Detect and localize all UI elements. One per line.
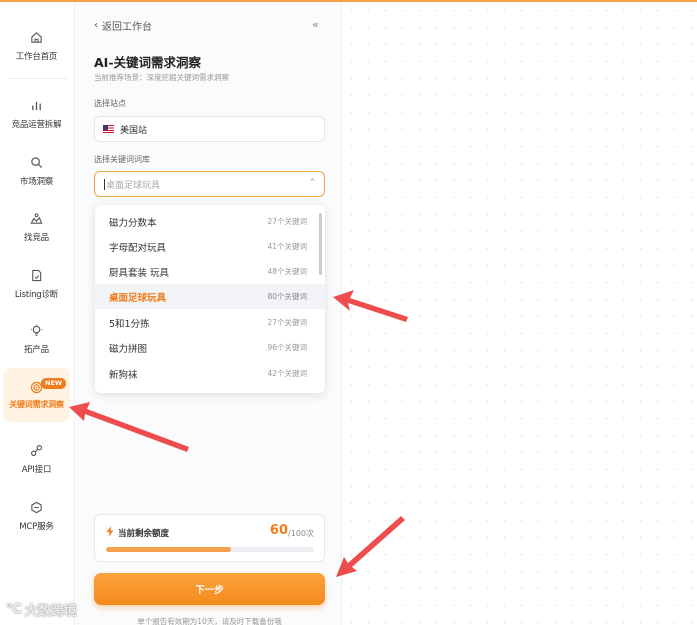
quota-remaining: 60 — [269, 523, 288, 538]
lightning-icon — [106, 526, 114, 537]
sidebar-item-label: 工作台首页 — [15, 51, 58, 62]
quota-total: /100次 — [288, 529, 314, 538]
option-count: 42个关键词 — [267, 369, 307, 378]
sidebar-item-home[interactable]: 工作台首页 — [3, 22, 70, 70]
validity-footnote: 单个报告有效期为10天，请及时下载备份哦 — [137, 617, 282, 625]
dropdown-option[interactable]: 磁力分数本 27个关键词 — [95, 209, 325, 234]
dropdown-option[interactable]: 字母配对玩具 41个关键词 — [95, 234, 325, 259]
dropdown-option[interactable]: 厨具套装 玩具 48个关键词 — [95, 259, 325, 284]
site-select[interactable]: 美国站 — [94, 116, 325, 142]
back-to-workbench-link[interactable]: ‹ 返回工作台 — [94, 18, 152, 33]
sidebar-item-label: MCP服务 — [19, 521, 54, 532]
keyword-library-placeholder: 桌面足球玩具 — [106, 180, 161, 191]
page-subtitle: 当前推荐场景：深度挖掘关键词需求洞察 — [94, 73, 229, 82]
us-flag-icon — [103, 125, 114, 133]
option-count: 27个关键词 — [267, 217, 307, 226]
text-caret — [104, 178, 105, 190]
sidebar-item-label: 市场洞察 — [19, 176, 54, 187]
quota-progress-fill — [106, 547, 231, 552]
option-name: 字母配对玩具 — [109, 242, 167, 254]
option-name: 桌面足球玩具 — [109, 292, 167, 304]
dropdown-option[interactable]: 5和1分拣 27个关键词 — [95, 310, 325, 335]
sidebar-item-keyword-insight[interactable]: NEW 关键词需求洞察 — [3, 368, 70, 422]
sidebar-item-label: API接口 — [21, 464, 52, 475]
dropdown-option[interactable]: 磁力拼图 96个关键词 — [95, 335, 325, 360]
home-icon — [30, 31, 44, 45]
sidebar-item-label: 关键词需求洞察 — [9, 400, 64, 409]
document-icon — [30, 269, 44, 283]
watermark: ℃ 大数跨境 — [6, 600, 77, 619]
quota-label: 当前剩余额度 — [118, 529, 170, 539]
chevron-up-icon: ⌃ — [308, 178, 316, 188]
site-label: 选择站点 — [94, 99, 126, 108]
sidebar-divider — [8, 78, 68, 79]
sidebar-item-mcp[interactable]: MCP服务 — [3, 492, 70, 540]
option-count: 96个关键词 — [267, 343, 307, 352]
quota-progress-track — [106, 547, 314, 552]
option-name: 新狗袜 — [109, 369, 138, 381]
sidebar-item-market-insight[interactable]: 市场洞察 — [3, 147, 70, 195]
keyword-library-select[interactable]: 桌面足球玩具 ⌃ — [94, 171, 325, 197]
page-title: AI-关键词需求洞察 — [94, 55, 202, 70]
option-count: 80个关键词 — [267, 292, 307, 301]
bar-chart-icon — [30, 99, 44, 113]
new-badge: NEW — [41, 378, 67, 389]
keyword-library-dropdown: 磁力分数本 27个关键词 字母配对玩具 41个关键词 厨具套装 玩具 48个关键… — [95, 205, 325, 393]
sidebar: 工作台首页 竞品运营拆解 市场洞察 找竞品 Listing诊断 拓产品 NEW … — [0, 2, 75, 625]
option-count: 27个关键词 — [267, 318, 307, 327]
chevron-left-icon: ‹ — [94, 20, 98, 31]
option-count: 41个关键词 — [267, 242, 307, 251]
dropdown-scrollbar[interactable] — [319, 213, 322, 275]
search-icon — [30, 156, 44, 170]
back-label: 返回工作台 — [102, 22, 152, 33]
sidebar-item-label: 拓产品 — [24, 344, 49, 355]
bulb-icon — [30, 324, 44, 338]
option-name: 厨具套装 玩具 — [109, 267, 170, 279]
watermark-text: 大数跨境 — [24, 604, 77, 619]
option-name: 磁力分数本 — [109, 217, 157, 229]
option-count: 48个关键词 — [267, 267, 307, 276]
option-name: 5和1分拣 — [109, 318, 150, 330]
keyword-library-label: 选择关键词词库 — [94, 155, 150, 164]
mcp-icon — [30, 501, 44, 515]
collapse-panel-icon[interactable]: ‹‹ — [312, 18, 319, 31]
quota-card: 当前剩余额度 60 /100次 — [94, 514, 325, 562]
sidebar-item-label: Listing诊断 — [14, 289, 59, 300]
sidebar-item-competitor-ops[interactable]: 竞品运营拆解 — [3, 90, 70, 138]
sidebar-item-label: 竞品运营拆解 — [11, 119, 62, 130]
sidebar-item-label: 找竞品 — [24, 232, 49, 243]
dropdown-option[interactable]: 新狗袜 42个关键词 — [95, 361, 325, 386]
site-value: 美国站 — [120, 125, 148, 136]
sidebar-item-listing-diagnosis[interactable]: Listing诊断 — [3, 260, 70, 308]
people-icon — [30, 212, 44, 226]
sidebar-item-find-competitors[interactable]: 找竞品 — [3, 203, 70, 251]
watermark-logo-icon: ℃ — [6, 602, 22, 617]
canvas-area — [343, 2, 697, 625]
option-name: 磁力拼图 — [109, 343, 148, 355]
dropdown-option-selected[interactable]: 桌面足球玩具 80个关键词 — [95, 284, 325, 309]
link-icon — [30, 444, 44, 458]
sidebar-item-api[interactable]: API接口 — [3, 435, 70, 483]
sidebar-item-expand-products[interactable]: 拓产品 — [3, 315, 70, 363]
next-step-button[interactable]: 下一步 — [94, 573, 325, 605]
